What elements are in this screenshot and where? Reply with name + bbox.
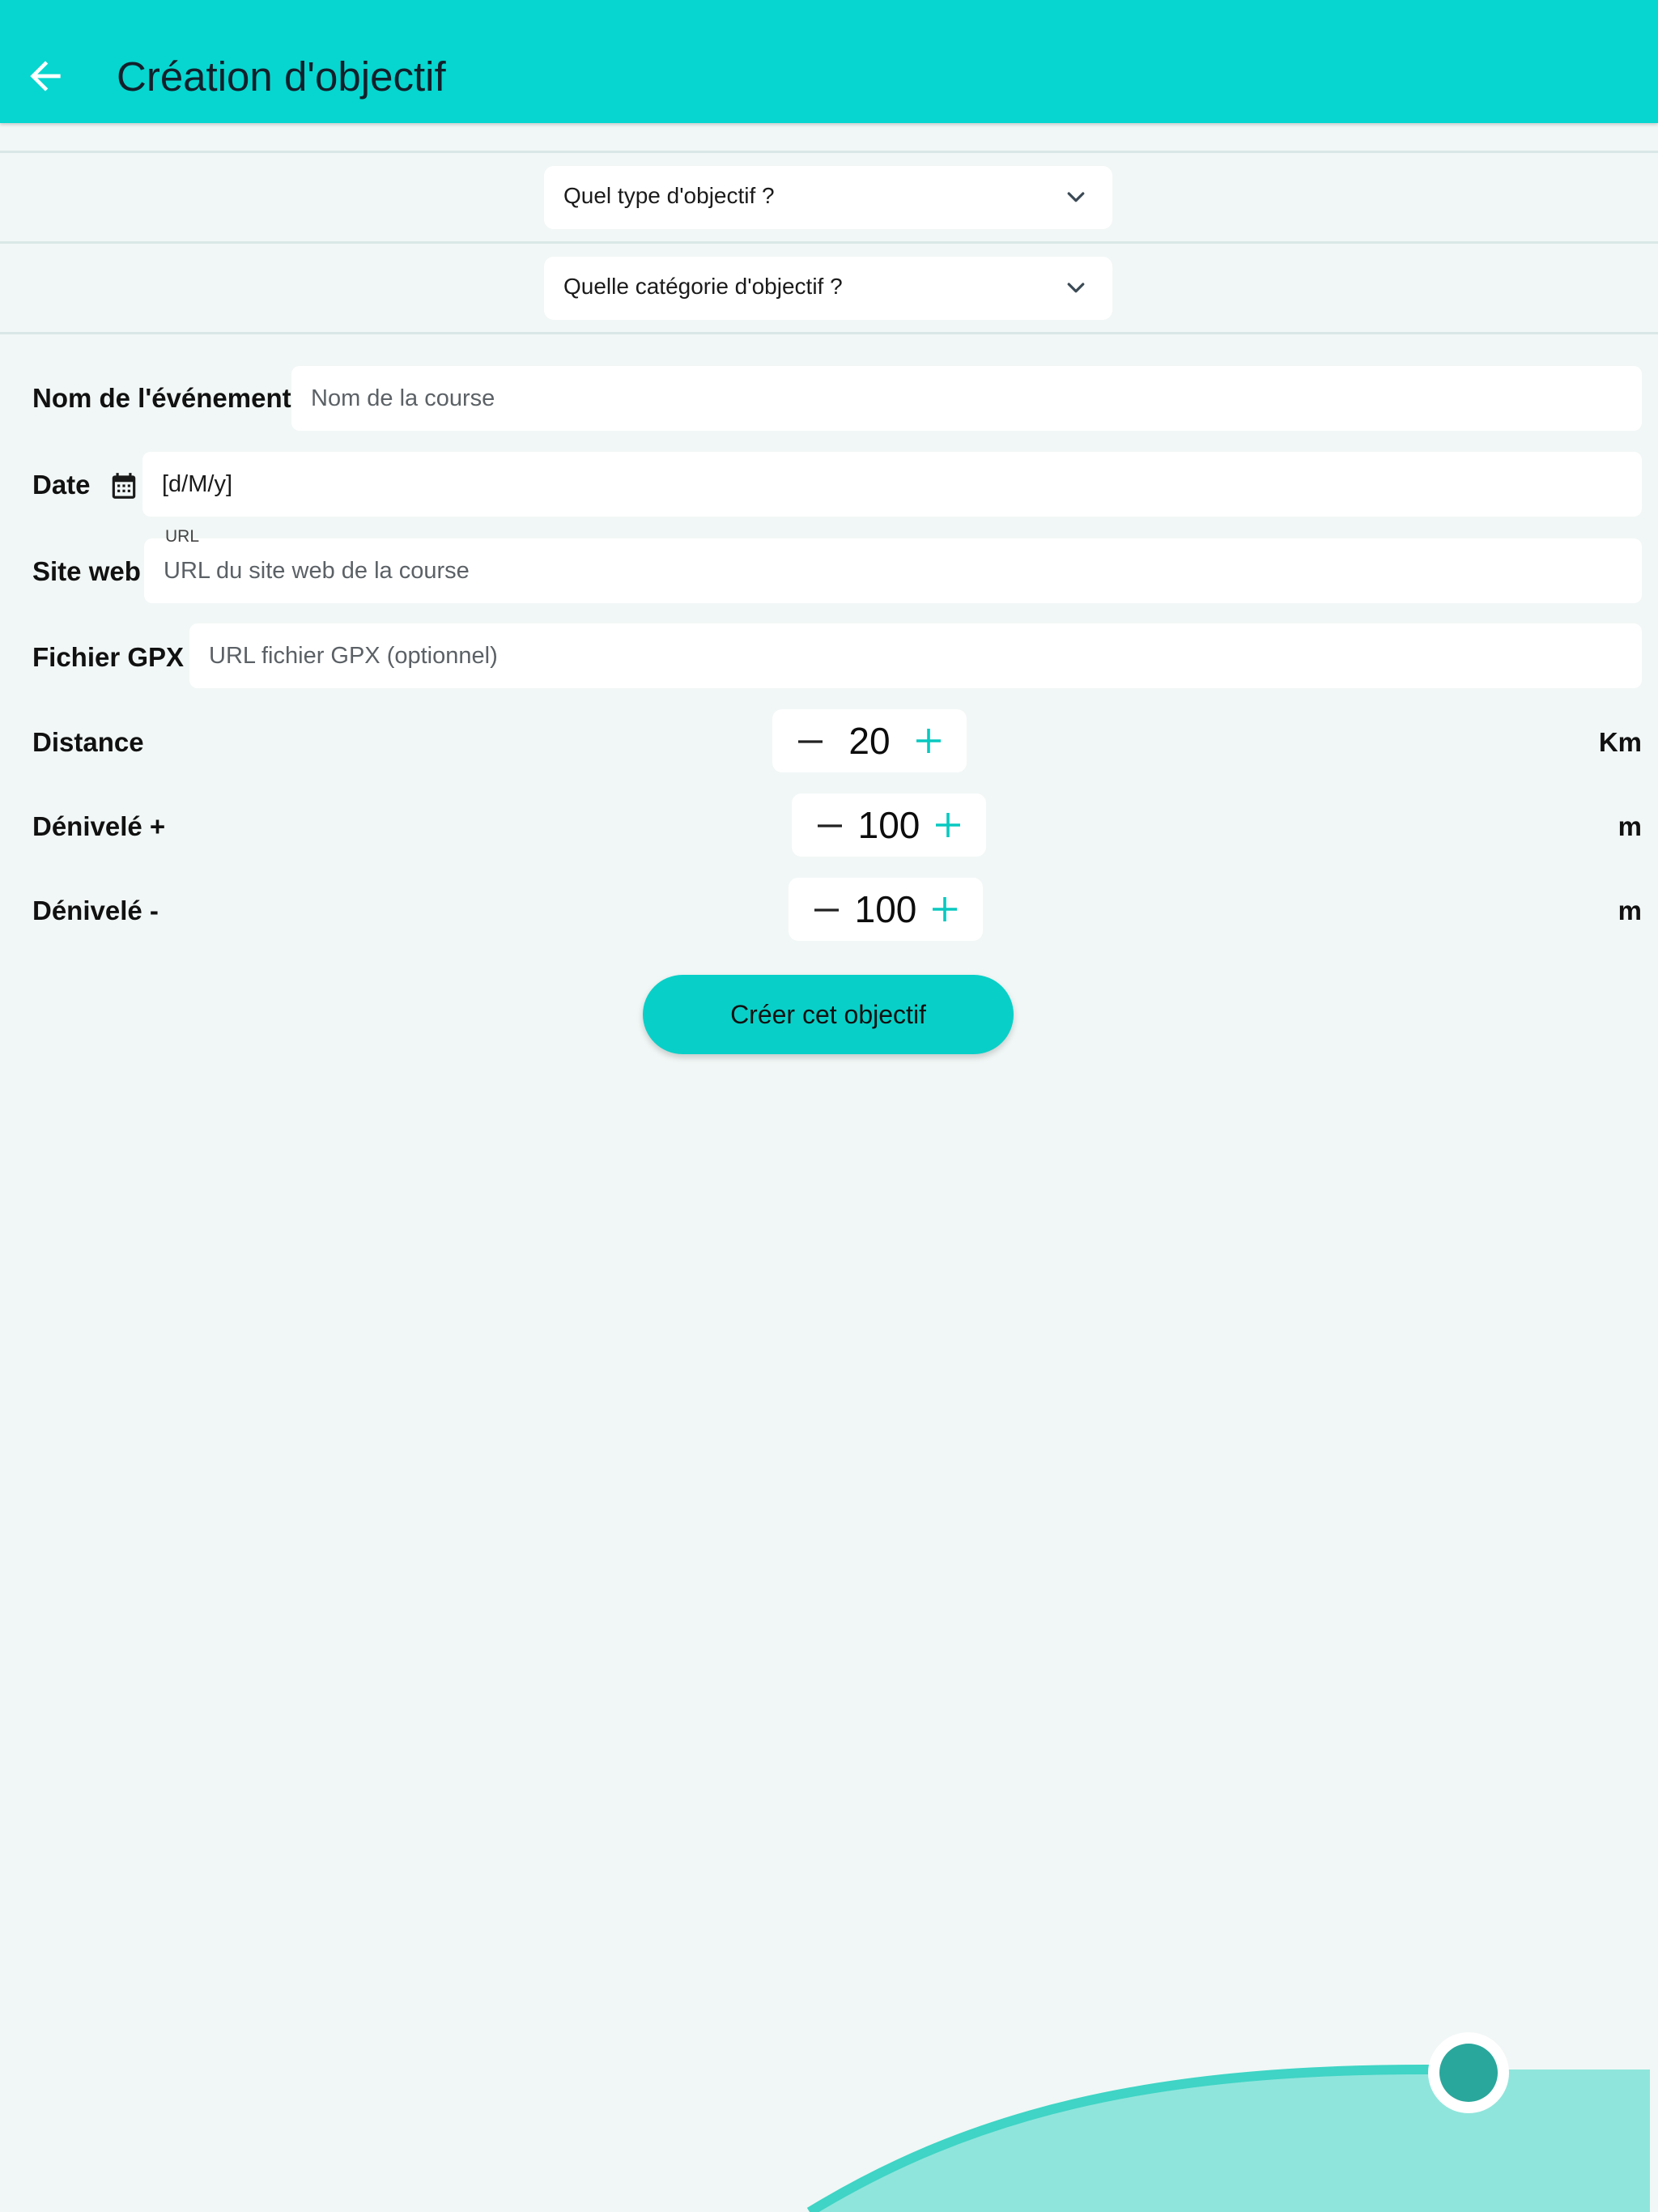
bottom-wave-decoration	[806, 2032, 1650, 2212]
wave-handle-knob[interactable]	[1439, 2044, 1498, 2102]
